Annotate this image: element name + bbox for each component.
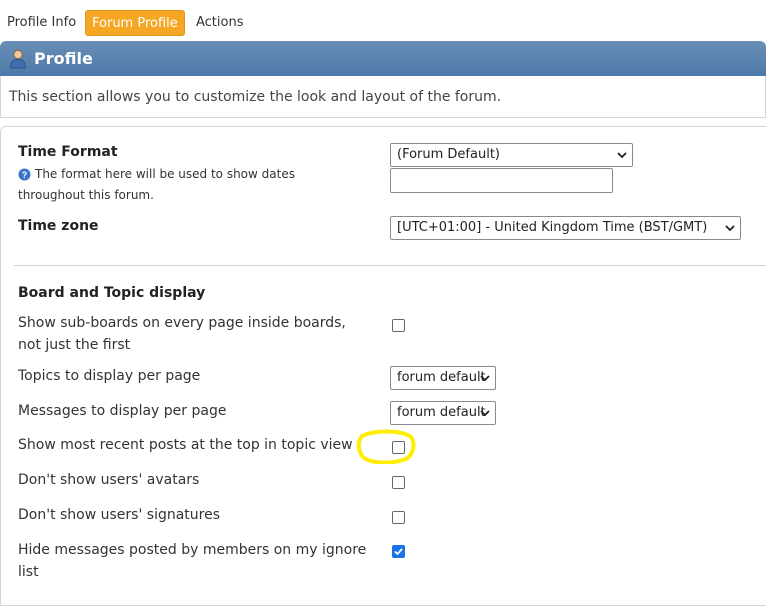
svg-text:?: ?	[22, 170, 28, 180]
option-hide-avatars-checkbox[interactable]	[392, 476, 405, 489]
option-messages-per-page-label: Messages to display per page	[18, 403, 227, 419]
topics-per-page-value: forum default	[397, 370, 486, 385]
checkmark-icon	[394, 548, 403, 556]
chevron-down-icon	[617, 152, 627, 159]
tab-forum-profile[interactable]: Forum Profile	[85, 10, 185, 36]
time-format-select[interactable]: (Forum Default)	[390, 143, 633, 167]
time-format-label: Time Format	[18, 144, 118, 160]
option-hide-ignored-checkbox[interactable]	[392, 545, 405, 558]
description-box: This section allows you to customize the…	[0, 76, 766, 118]
option-topics-per-page-label: Topics to display per page	[18, 368, 201, 384]
topics-per-page-select[interactable]: forum default	[390, 366, 496, 390]
profile-header: Profile	[0, 41, 766, 76]
description-text: This section allows you to customize the…	[9, 89, 502, 105]
option-subboards-label-line2: not just the first	[18, 337, 131, 353]
board-section-title: Board and Topic display	[18, 285, 206, 301]
chevron-down-icon	[725, 225, 735, 232]
time-zone-select-value: [UTC+01:00] - United Kingdom Time (BST/G…	[397, 220, 708, 235]
tab-actions[interactable]: Actions	[196, 10, 244, 36]
option-subboards-checkbox[interactable]	[392, 319, 405, 332]
option-hide-signatures-checkbox[interactable]	[392, 511, 405, 524]
chevron-down-icon	[480, 375, 490, 382]
time-zone-select[interactable]: [UTC+01:00] - United Kingdom Time (BST/G…	[390, 216, 741, 240]
option-recent-posts-top-checkbox[interactable]	[392, 441, 405, 454]
tab-profile-info[interactable]: Profile Info	[7, 10, 76, 36]
option-recent-posts-top-label: Show most recent posts at the top in top…	[18, 437, 353, 453]
messages-per-page-value: forum default	[397, 405, 486, 420]
option-hide-ignored-label-line2: list	[18, 564, 39, 580]
time-format-help-line2: throughout this forum.	[18, 188, 154, 202]
time-format-custom-input[interactable]	[390, 168, 613, 193]
time-format-select-value: (Forum Default)	[397, 147, 500, 162]
chevron-down-icon	[480, 410, 490, 417]
help-icon[interactable]: ?	[18, 168, 31, 181]
user-icon	[10, 49, 26, 69]
option-subboards-label-line1: Show sub-boards on every page inside boa…	[18, 315, 346, 331]
highlight-marker	[356, 429, 416, 464]
section-divider	[14, 265, 766, 266]
messages-per-page-select[interactable]: forum default	[390, 401, 496, 425]
page-title: Profile	[34, 49, 93, 68]
option-hide-signatures-label: Don't show users' signatures	[18, 507, 221, 523]
option-hide-ignored-label-line1: Hide messages posted by members on my ig…	[18, 542, 367, 558]
time-format-help-line1: The format here will be used to show dat…	[35, 167, 295, 181]
time-zone-label: Time zone	[18, 218, 99, 234]
option-hide-avatars-label: Don't show users' avatars	[18, 472, 200, 488]
